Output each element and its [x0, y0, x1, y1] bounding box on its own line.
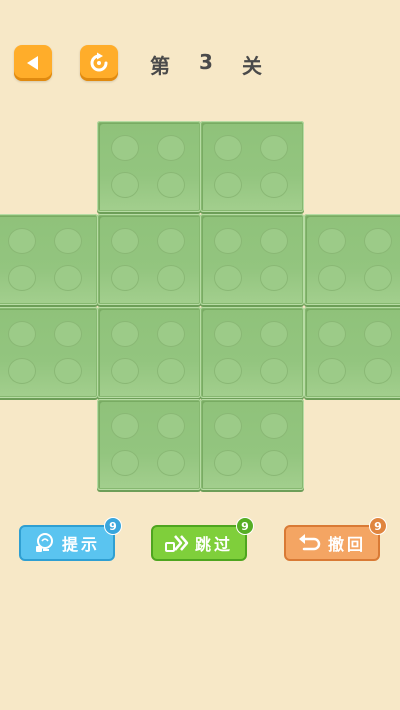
puzzle-tile[interactable] [97, 307, 201, 398]
tile-stud [111, 135, 139, 161]
tile-stud [364, 265, 392, 291]
tile-stud [157, 450, 185, 476]
tile-stud [214, 413, 242, 439]
tile-stud [111, 413, 139, 439]
tile-stud [54, 358, 82, 384]
tile-stud [157, 413, 185, 439]
tile-stud [214, 450, 242, 476]
tile-stud [364, 321, 392, 347]
tile-stud [364, 228, 392, 254]
tile-stud [214, 321, 242, 347]
tile-stud [111, 172, 139, 198]
tile-stud [318, 265, 346, 291]
tile-stud [214, 265, 242, 291]
restart-button[interactable] [80, 45, 118, 81]
undo-arrow-icon [298, 534, 321, 551]
tile-stud [157, 228, 185, 254]
lightbulb-icon [35, 533, 53, 552]
tile-stud [260, 450, 288, 476]
tile-stud [260, 265, 288, 291]
puzzle-tile[interactable] [200, 399, 304, 490]
puzzle-tile[interactable] [97, 399, 201, 490]
tile-stud [111, 450, 139, 476]
tile-stud [260, 413, 288, 439]
undo-button[interactable]: 撤回 9 [284, 517, 387, 561]
puzzle-board [0, 121, 400, 493]
triangle-left-icon [27, 56, 38, 70]
puzzle-tile[interactable] [200, 307, 304, 398]
hint-label: 提示 [61, 535, 100, 554]
tile-stud [318, 228, 346, 254]
tile-stud [157, 265, 185, 291]
tile-stud [157, 321, 185, 347]
tile-stud [111, 321, 139, 347]
tile-stud [214, 228, 242, 254]
tile-stud [260, 321, 288, 347]
tile-stud [54, 228, 82, 254]
skip-label: 跳过 [194, 535, 233, 554]
undo-count-badge: 9 [369, 517, 387, 535]
tile-stud [318, 321, 346, 347]
puzzle-tile[interactable] [0, 307, 98, 398]
puzzle-tile[interactable] [0, 214, 98, 305]
tile-stud [157, 135, 185, 161]
skip-count-badge: 9 [236, 517, 254, 535]
tile-stud [111, 358, 139, 384]
tile-stud [157, 358, 185, 384]
puzzle-tile[interactable] [200, 121, 304, 212]
tile-stud [214, 172, 242, 198]
tile-stud [111, 228, 139, 254]
tile-stud [260, 172, 288, 198]
tile-stud [8, 228, 36, 254]
tile-stud [214, 135, 242, 161]
tile-stud [111, 265, 139, 291]
hint-count-badge: 9 [104, 517, 122, 535]
level-title: 第 3 关 [150, 50, 262, 79]
level-number: 3 [199, 50, 213, 74]
tile-stud [214, 358, 242, 384]
fast-forward-icon [164, 535, 189, 552]
tile-stud [54, 265, 82, 291]
tile-stud [157, 172, 185, 198]
level-prefix: 第 [150, 54, 170, 78]
puzzle-tile[interactable] [97, 214, 201, 305]
puzzle-tile[interactable] [304, 214, 400, 305]
puzzle-tile[interactable] [97, 121, 201, 212]
tile-stud [364, 358, 392, 384]
tile-stud [8, 321, 36, 347]
tile-stud [54, 321, 82, 347]
tile-stud [8, 265, 36, 291]
tile-stud [260, 228, 288, 254]
tile-stud [260, 135, 288, 161]
back-button[interactable] [14, 45, 52, 81]
puzzle-tile[interactable] [304, 307, 400, 398]
puzzle-tile[interactable] [200, 214, 304, 305]
tile-stud [260, 358, 288, 384]
undo-label: 撤回 [327, 535, 366, 554]
hint-button[interactable]: 提示 9 [19, 517, 122, 561]
skip-button[interactable]: 跳过 9 [151, 517, 254, 561]
tile-stud [318, 358, 346, 384]
restart-icon [90, 52, 108, 72]
level-suffix: 关 [241, 54, 262, 78]
tile-stud [8, 358, 36, 384]
